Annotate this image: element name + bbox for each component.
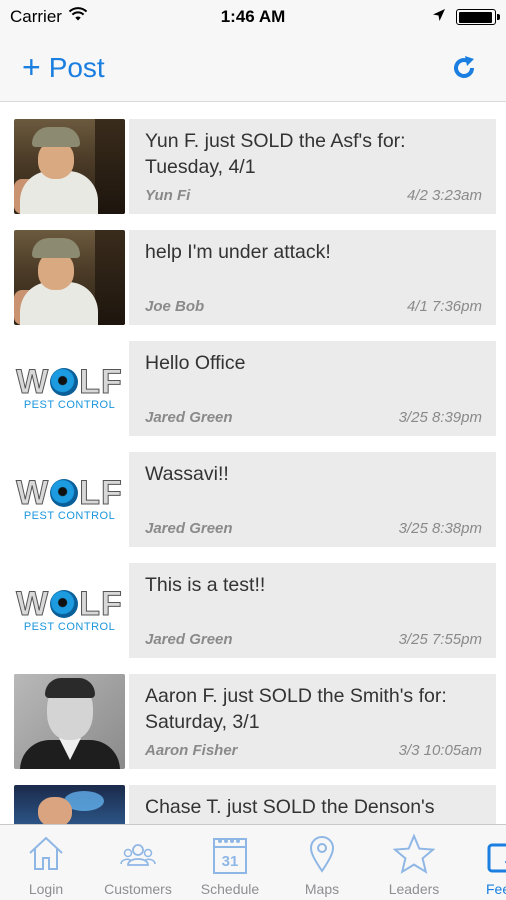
feed-meta: Jared Green 3/25 7:55pm xyxy=(145,631,482,648)
feed-message: Yun F. just SOLD the Asf's for: Tuesday,… xyxy=(145,130,406,178)
feed-time: 3/3 10:05am xyxy=(398,742,482,759)
refresh-button[interactable] xyxy=(444,48,484,88)
feed-meta: Jared Green 3/25 8:39pm xyxy=(145,409,482,426)
feed-meta: Yun Fi 4/2 3:23am xyxy=(145,187,482,204)
feed-card[interactable]: This is a test!! Jared Green 3/25 7:55pm xyxy=(129,563,496,658)
feed-message: Wassavi!! xyxy=(145,463,229,485)
feed-item[interactable]: help I'm under attack! Joe Bob 4/1 7:36p… xyxy=(14,230,496,325)
carrier-label: Carrier xyxy=(10,7,62,26)
feed-author: Jared Green xyxy=(145,520,233,537)
wolf-logo-word: W LF xyxy=(16,585,123,623)
eye-icon xyxy=(50,368,79,396)
feed-message: This is a test!! xyxy=(145,574,266,596)
wifi-icon xyxy=(68,7,88,27)
feed-message: Aaron F. just SOLD the Smith's for: Satu… xyxy=(145,685,447,733)
feed-meta: Jared Green 3/25 8:38pm xyxy=(145,520,482,537)
feed-message: Chase T. just SOLD the Denson's xyxy=(145,796,435,818)
status-bar: Carrier 1:46 AM xyxy=(0,0,506,34)
people-icon xyxy=(120,844,156,866)
wolf-logo: W LF PEST CONTROL xyxy=(14,563,125,658)
tab-bar: Login Customers 31 Schedule Maps Leaders… xyxy=(0,824,506,900)
refresh-icon xyxy=(454,55,475,78)
tab-maps[interactable]: Maps xyxy=(276,825,368,900)
wolf-logo: W LF PEST CONTROL xyxy=(14,452,125,547)
battery-level xyxy=(458,11,492,23)
tab-schedule[interactable]: 31 Schedule xyxy=(184,825,276,900)
tab-label: Feed xyxy=(486,881,506,897)
wolf-logo-subtitle: PEST CONTROL xyxy=(23,510,116,522)
star-icon xyxy=(393,833,435,874)
wolf-logo-subtitle: PEST CONTROL xyxy=(23,621,116,633)
home-icon xyxy=(29,836,63,870)
feed-time: 3/25 8:38pm xyxy=(398,520,482,537)
wolf-logo-subtitle: PEST CONTROL xyxy=(23,399,116,411)
plus-icon: + xyxy=(22,49,41,85)
feed-meta: Joe Bob 4/1 7:36pm xyxy=(145,298,482,315)
avatar xyxy=(14,785,125,824)
tab-label: Leaders xyxy=(388,881,440,897)
feed-item[interactable]: Chase T. just SOLD the Denson's xyxy=(14,785,496,824)
feed-list[interactable]: Yun F. just SOLD the Asf's for: Tuesday,… xyxy=(0,103,506,824)
post-button[interactable]: + Post xyxy=(22,49,105,86)
feed-author: Jared Green xyxy=(145,409,233,426)
feed-time: 4/1 7:36pm xyxy=(406,298,482,315)
tab-label: Customers xyxy=(104,881,172,897)
nav-bar: + Post xyxy=(0,34,506,102)
wolf-logo-word: W LF xyxy=(16,363,123,401)
feed-message: help I'm under attack! xyxy=(145,241,331,263)
calendar-icon: 31 xyxy=(213,838,247,874)
feed-card[interactable]: help I'm under attack! Joe Bob 4/1 7:36p… xyxy=(129,230,496,325)
feed-message: Hello Office xyxy=(145,352,246,374)
feed-author: Jared Green xyxy=(145,631,233,648)
feed-author: Yun Fi xyxy=(145,187,191,204)
status-right xyxy=(336,7,500,27)
feed-item[interactable]: W LF PEST CONTROL This is a test!! Jared … xyxy=(14,563,496,658)
tab-leaders[interactable]: Leaders xyxy=(368,825,460,900)
feed-item[interactable]: Yun F. just SOLD the Asf's for: Tuesday,… xyxy=(14,119,496,214)
svg-text:31: 31 xyxy=(222,853,239,870)
feed-card[interactable]: Hello Office Jared Green 3/25 8:39pm xyxy=(129,341,496,436)
feed-item[interactable]: W LF PEST CONTROL Wassavi!! Jared Green 3… xyxy=(14,452,496,547)
map-pin-icon xyxy=(309,836,335,873)
feed-author: Aaron Fisher xyxy=(145,742,238,759)
wolf-logo: W LF PEST CONTROL xyxy=(14,341,125,436)
feed-meta: Aaron Fisher 3/3 10:05am xyxy=(145,742,482,759)
tab-label: Schedule xyxy=(200,881,260,897)
feed-time: 3/25 8:39pm xyxy=(398,409,482,426)
feed-author: Joe Bob xyxy=(145,298,205,315)
feed-item[interactable]: W LF PEST CONTROL Hello Office Jared Gree… xyxy=(14,341,496,436)
feed-card[interactable]: Yun F. just SOLD the Asf's for: Tuesday,… xyxy=(129,119,496,214)
feed-time: 3/25 7:55pm xyxy=(398,631,482,648)
eye-icon xyxy=(50,479,79,507)
wolf-logo-word: W LF xyxy=(16,474,123,512)
post-label: Post xyxy=(48,51,105,83)
tab-feed[interactable]: 4 Feed xyxy=(460,825,506,900)
avatar xyxy=(14,119,125,214)
status-time: 1:46 AM xyxy=(220,7,286,26)
avatar xyxy=(14,674,125,769)
feed-item[interactable]: Aaron F. just SOLD the Smith's for: Satu… xyxy=(14,674,496,769)
feed-time: 4/2 3:23am xyxy=(406,187,482,204)
tab-label: Maps xyxy=(304,881,340,897)
feed-icon: 4 xyxy=(487,843,506,873)
tab-customers[interactable]: Customers xyxy=(92,825,184,900)
feed-card[interactable]: Aaron F. just SOLD the Smith's for: Satu… xyxy=(129,674,496,769)
tab-label: Login xyxy=(28,881,64,897)
feed-card[interactable]: Wassavi!! Jared Green 3/25 8:38pm xyxy=(129,452,496,547)
avatar xyxy=(14,230,125,325)
battery-icon xyxy=(456,9,500,25)
eye-icon xyxy=(50,590,79,618)
feed-card[interactable]: Chase T. just SOLD the Denson's xyxy=(129,785,496,824)
tab-login[interactable]: Login xyxy=(0,825,92,900)
status-left: Carrier xyxy=(10,7,170,27)
location-arrow-icon xyxy=(432,7,446,27)
